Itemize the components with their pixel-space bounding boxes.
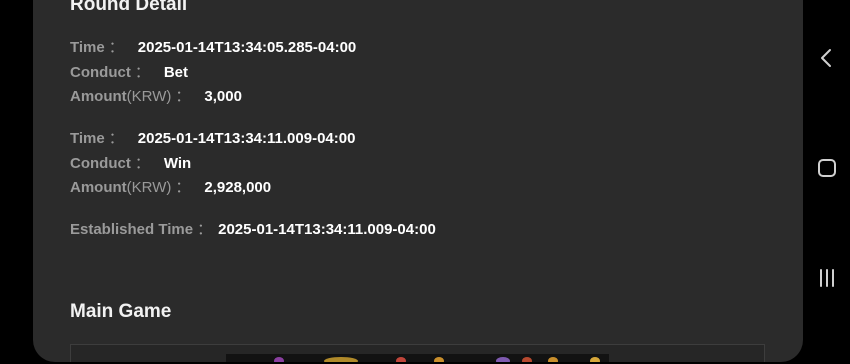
main-game-box — [70, 344, 765, 362]
game-symbol-icon — [548, 357, 558, 362]
time-label: Time — [70, 130, 105, 147]
amount-unit: (KRW) — [126, 88, 172, 105]
label-colon: ： — [175, 179, 191, 196]
conduct-value: Bet — [163, 64, 189, 81]
amount-unit: (KRW) — [126, 179, 172, 196]
recents-button[interactable] — [815, 266, 839, 290]
conduct-label: Conduct — [70, 155, 131, 172]
game-symbol-icon — [396, 357, 406, 362]
system-nav-bar — [803, 0, 850, 364]
entry-2-amount-row: Amount(KRW)： 2,928,000 — [70, 178, 271, 198]
main-game-title: Main Game — [70, 301, 172, 322]
entry-2-conduct-row: Conduct： Win — [70, 154, 191, 174]
back-icon — [821, 49, 831, 67]
amount-label: Amount(KRW) — [70, 87, 171, 107]
time-value: 2025-01-14T13:34:05.285-04:00 — [137, 39, 357, 56]
game-symbol-icon — [590, 357, 600, 362]
established-time-value: 2025-01-14T13:34:11.009-04:00 — [218, 221, 436, 238]
amount-label-text: Amount — [70, 88, 127, 105]
entry-1-time-row: Time： 2025-01-14T13:34:05.285-04:00 — [70, 38, 356, 58]
conduct-value: Win — [163, 155, 192, 172]
round-detail-panel: Round Detail Time： 2025-01-14T13:34:05.28… — [33, 0, 803, 362]
back-button[interactable] — [815, 46, 839, 70]
game-symbol-icon — [274, 357, 284, 362]
established-time-row: Established Time： 2025-01-14T13:34:11.009… — [70, 220, 436, 240]
amount-label: Amount(KRW) — [70, 178, 171, 198]
game-symbol-icon — [522, 357, 532, 362]
label-colon: ： — [108, 39, 124, 56]
amount-value: 3,000 — [204, 88, 242, 105]
game-symbol-strip — [226, 354, 609, 362]
game-symbol-icon — [434, 357, 444, 362]
home-icon — [818, 159, 836, 177]
round-detail-title: Round Detail — [70, 0, 188, 15]
amount-value: 2,928,000 — [204, 179, 272, 196]
label-colon: ： — [134, 64, 150, 81]
entry-1-conduct-row: Conduct： Bet — [70, 63, 188, 83]
entry-2-time-row: Time： 2025-01-14T13:34:11.009-04:00 — [70, 129, 355, 149]
amount-label-text: Amount — [70, 179, 127, 196]
recents-icon — [820, 269, 834, 287]
game-symbol-icon — [324, 357, 358, 362]
entry-1-amount-row: Amount(KRW)： 3,000 — [70, 87, 242, 107]
time-value: 2025-01-14T13:34:11.009-04:00 — [137, 130, 356, 147]
label-colon: ： — [175, 88, 191, 105]
time-label: Time — [70, 39, 105, 56]
label-colon: ： — [108, 130, 124, 147]
screen: Round Detail Time： 2025-01-14T13:34:05.28… — [0, 0, 850, 364]
label-colon: ： — [134, 155, 150, 172]
game-symbol-icon — [496, 357, 510, 362]
home-button[interactable] — [815, 156, 839, 180]
label-colon: ： — [197, 221, 213, 238]
conduct-label: Conduct — [70, 64, 131, 81]
established-time-label: Established Time — [70, 221, 194, 238]
